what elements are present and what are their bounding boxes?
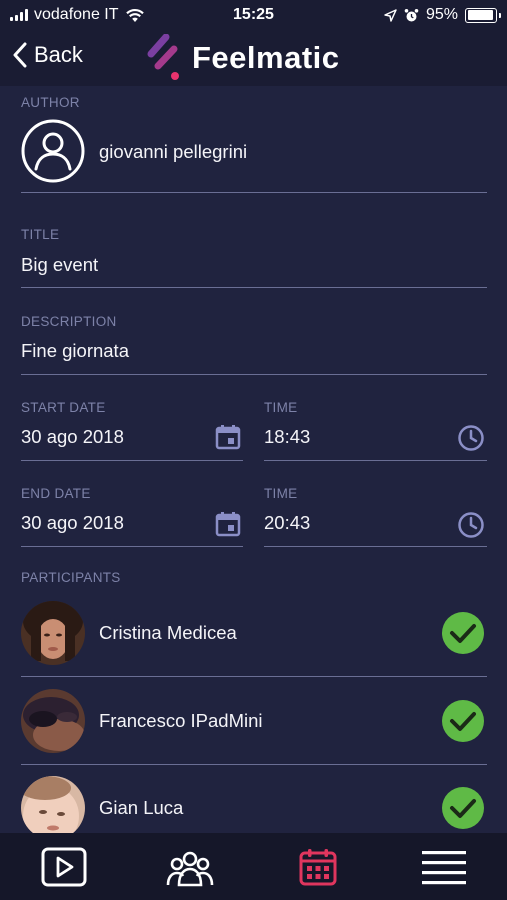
participant-name: Cristina Medicea (99, 622, 237, 643)
clock-icon[interactable] (457, 511, 485, 539)
battery-icon (465, 7, 501, 23)
calendar-icon (299, 848, 337, 885)
author-value: giovanni pellegrini (99, 141, 248, 162)
status-right: 95% (384, 6, 501, 24)
start-date-field[interactable]: 30 ago 2018 (21, 426, 201, 456)
calendar-icon[interactable] (214, 510, 242, 538)
brand-logo: Feelmatic (146, 34, 340, 82)
start-date-label: START DATE (21, 400, 106, 415)
description-label: DESCRIPTION (21, 314, 117, 329)
title-field[interactable]: Big event (21, 254, 487, 284)
participant-name: Gian Luca (99, 797, 184, 818)
user-avatar-icon (21, 119, 85, 183)
calendar-icon[interactable] (214, 423, 242, 451)
start-time-underline (264, 460, 487, 461)
check-icon[interactable] (442, 700, 484, 742)
end-time-field[interactable]: 20:43 (264, 512, 444, 542)
participants-label: PARTICIPANTS (21, 570, 121, 585)
end-date-field[interactable]: 30 ago 2018 (21, 512, 201, 542)
title-label: TITLE (21, 227, 60, 242)
chevron-left-icon (13, 42, 27, 68)
start-date-underline (21, 460, 243, 461)
brand-name: Feelmatic (192, 40, 340, 75)
end-time-underline (264, 546, 487, 547)
tab-groups[interactable] (140, 833, 240, 900)
end-time-label: TIME (264, 486, 298, 501)
status-bar: vodafone IT 15:25 95% (0, 0, 507, 30)
participant-divider (21, 764, 487, 765)
tab-bar (0, 833, 507, 900)
start-time-field[interactable]: 18:43 (264, 426, 444, 456)
end-date-label: END DATE (21, 486, 91, 501)
check-icon[interactable] (442, 787, 484, 829)
menu-icon (422, 850, 466, 884)
participant-name: Francesco IPadMini (99, 710, 263, 731)
tab-videos[interactable] (14, 833, 114, 900)
author-divider (21, 192, 487, 193)
author-label: AUTHOR (21, 95, 80, 110)
avatar (21, 689, 85, 753)
tab-calendar[interactable] (268, 833, 368, 900)
participant-divider (21, 676, 487, 677)
description-field[interactable]: Fine giornata (21, 340, 487, 370)
battery-level (467, 10, 494, 20)
tab-menu[interactable] (394, 833, 494, 900)
group-icon (166, 851, 214, 886)
back-button[interactable]: Back (12, 42, 83, 68)
start-time-label: TIME (264, 400, 298, 415)
check-icon[interactable] (442, 612, 484, 654)
back-label: Back (34, 42, 83, 67)
description-underline (21, 374, 487, 375)
location-arrow-icon (384, 8, 397, 22)
avatar (21, 601, 85, 665)
avatar (21, 776, 85, 840)
play-icon (41, 847, 87, 886)
battery-percent: 95% (425, 6, 458, 23)
clock-icon[interactable] (457, 424, 485, 452)
end-date-underline (21, 546, 243, 547)
alarm-icon (404, 8, 419, 21)
title-underline (21, 287, 487, 288)
nav-header: Back Feelmatic (0, 30, 507, 86)
feelmatic-logo-icon (147, 34, 179, 80)
